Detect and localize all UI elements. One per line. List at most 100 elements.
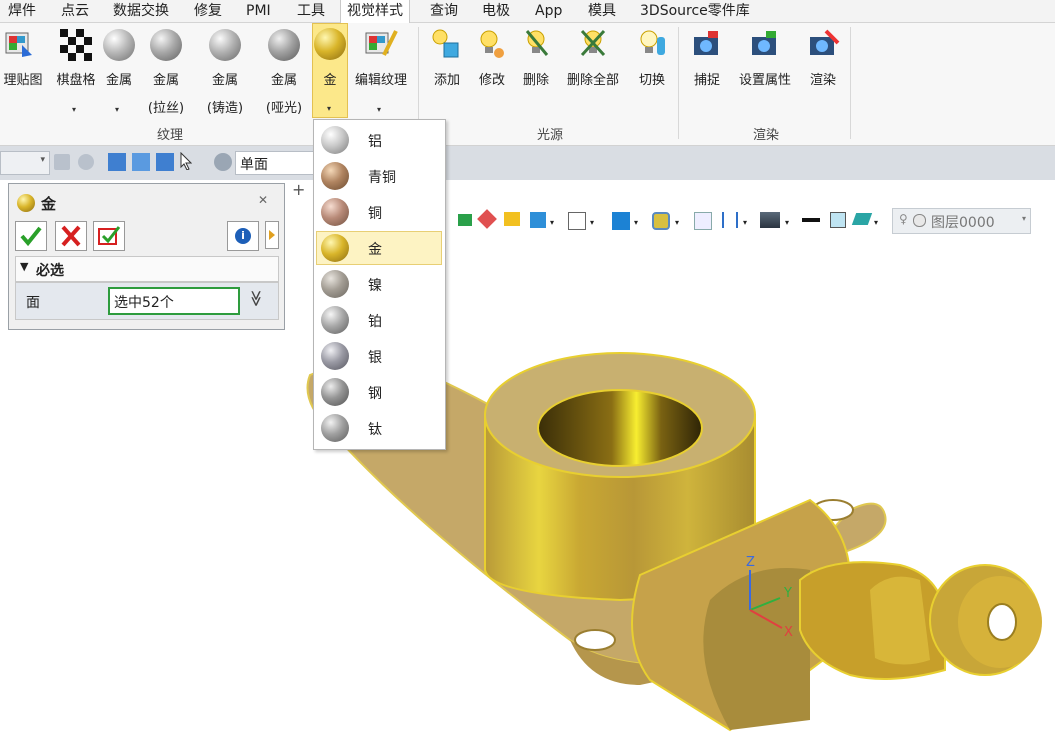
background-icon[interactable] [760,212,780,228]
dimension-icon[interactable] [722,212,738,228]
wire-box-icon[interactable] [568,212,586,230]
close-x-icon [61,225,81,247]
required-section-header[interactable]: ▼ 必选 [15,256,279,282]
menu-pmi[interactable]: PMI [244,0,273,22]
add-light-label: 添加 [433,73,460,88]
select-pick-icon[interactable] [108,153,126,171]
chevron-down-icon[interactable]: ▾ [590,218,594,227]
chevron-down-icon[interactable]: ▾ [72,105,76,114]
chevron-down-icon[interactable]: ▾ [675,218,679,227]
metal-button[interactable]: 金属 ▾ [100,23,138,141]
metal-matte-button[interactable]: 金属 (哑光) [258,23,310,141]
material-label: 钛 [368,422,382,438]
layer-dropdown[interactable]: ♀ 图层0000 ▾ [892,208,1031,234]
eraser-icon[interactable] [477,209,497,229]
chevron-down-icon[interactable]: ▾ [115,105,119,114]
menu-mold[interactable]: 模具 [586,0,618,22]
add-tab-button[interactable]: + [292,180,305,199]
gold-sphere-icon [17,194,35,212]
chevron-down-icon[interactable]: ▾ [785,218,789,227]
line-weight-icon[interactable] [802,218,820,222]
menu-repair[interactable]: 修复 [192,0,224,22]
cursor-icon[interactable] [180,151,193,171]
face-label: 面 [26,295,40,311]
chevron-down-icon[interactable]: ▾ [550,218,554,227]
material-item-platinum[interactable]: 铂 [316,303,442,337]
menu-tools[interactable]: 工具 [295,0,327,22]
delete-all-lights-label: 删除全部 [566,73,619,88]
texture-map-icon [4,29,34,59]
gold-button[interactable]: 金 ▾ [312,23,348,118]
fit-view-icon[interactable] [694,212,712,230]
menu-point-cloud[interactable]: 点云 [59,0,91,22]
menu-electrode[interactable]: 电极 [480,0,512,22]
material-item-aluminum[interactable]: 铝 [316,123,442,157]
menu-query[interactable]: 查询 [428,0,460,22]
display-mode-icon[interactable] [458,214,472,226]
menu-3dsource[interactable]: 3DSource零件库 [638,0,752,22]
chevron-down-icon[interactable]: ▾ [377,105,381,114]
menu-visual-style[interactable]: 视觉样式 [340,0,410,23]
layout-icon[interactable] [612,212,630,230]
material-label: 钢 [368,386,382,402]
material-dropdown: 铝 青铜 铜 金 镍 铂 银 钢 钛 [313,119,446,450]
collapse-triangle-icon: ▼ [20,260,29,273]
link-icon[interactable] [54,154,70,170]
view-cube-icon[interactable] [530,212,546,228]
face-filter-field[interactable]: 单面 [235,151,317,175]
face-selection-field[interactable]: 选中52个 [108,287,240,315]
menu-data-exchange[interactable]: 数据交换 [111,0,171,22]
select-chain-icon[interactable] [132,153,150,171]
ribbon: 理贴图 棋盘格 ▾ 金属 ▾ 金属 (拉丝) 金属 (铸造) 金属 (哑光) 金… [0,23,1055,146]
metal-cast-label: 金属 [211,73,238,88]
close-icon[interactable]: ✕ [258,193,268,207]
aluminum-sphere-icon [321,126,349,154]
axis-y-label: Y [783,586,792,601]
double-chevron-icon[interactable]: ≫ [247,290,266,307]
filter-dropdown[interactable]: ▾ [0,151,50,175]
info-button[interactable]: i [227,221,259,251]
chevron-down-icon[interactable]: ▾ [327,104,331,113]
nickel-sphere-icon [321,270,349,298]
view-toolbar: ▾ ▾ ▾ ▾ ▾ ▾ ▾ ♀ 图层0000 ▾ [440,206,1055,236]
texture-map-button[interactable]: 理贴图 [0,23,46,141]
material-item-steel[interactable]: 钢 [316,375,442,409]
ok-button[interactable] [15,221,47,251]
texture-map-label: 理贴图 [3,73,43,88]
gear-icon[interactable] [214,153,232,171]
chevron-down-icon[interactable]: ▾ [634,218,638,227]
material-item-copper[interactable]: 铜 [316,195,442,229]
shaded-box-icon[interactable] [504,212,520,226]
texture-preview-icon[interactable] [652,212,670,230]
menu-app[interactable]: App [533,0,564,22]
material-item-bronze[interactable]: 青铜 [316,159,442,193]
chevron-down-icon[interactable]: ▾ [874,218,878,227]
modify-light-button[interactable]: 修改 [473,23,511,141]
material-item-titanium[interactable]: 钛 [316,411,442,445]
chevron-down-icon[interactable]: ▾ [743,218,747,227]
material-item-nickel[interactable]: 镍 [316,267,442,301]
color-swatch-icon[interactable] [830,212,846,228]
material-label: 镍 [368,278,382,294]
metal-brushed-label: 金属 [152,73,179,88]
checker-button[interactable]: 棋盘格 ▾ [52,23,100,141]
material-item-gold[interactable]: 金 [316,231,442,265]
expand-panel-button[interactable] [265,221,279,249]
select-box-icon[interactable] [156,153,174,171]
capture-label: 捕捉 [693,73,720,88]
copper-sphere-icon [321,198,349,226]
material-item-silver[interactable]: 银 [316,339,442,373]
metal-cast-sphere-icon [209,29,241,61]
apply-button[interactable] [93,221,125,251]
titanium-sphere-icon [321,414,349,442]
cancel-button[interactable] [55,221,87,251]
metal-cast-button[interactable]: 金属 (铸造) [200,23,250,141]
switch-light-button[interactable]: 切换 [633,23,671,141]
cap-hole [987,603,1017,641]
menu-weldment[interactable]: 焊件 [6,0,38,22]
render-button[interactable]: 渲染 [804,23,842,141]
metal-matte-label: 金属 [270,73,297,88]
layer-tool-icon[interactable] [851,213,873,225]
lock-icon[interactable] [78,154,94,170]
capture-button[interactable]: 捕捉 [688,23,726,141]
